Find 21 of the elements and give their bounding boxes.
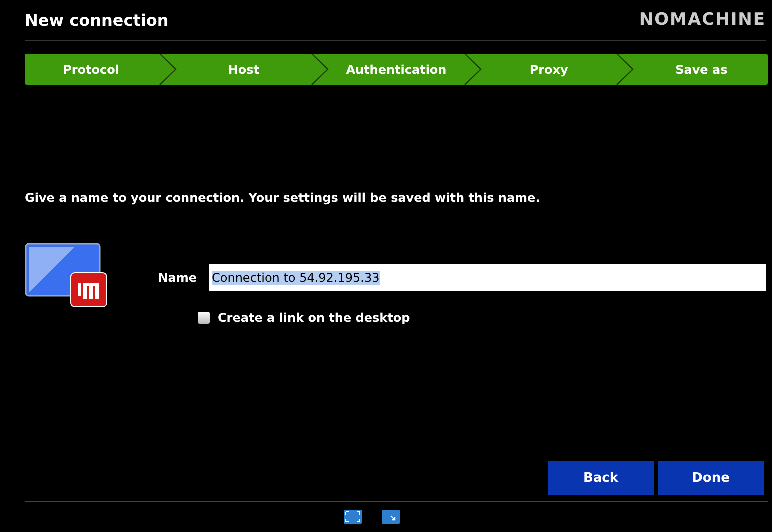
- connection-icon: [25, 243, 109, 309]
- chevron-icon: [310, 54, 330, 85]
- name-input-field[interactable]: Connection to 54.92.195.33: [209, 264, 766, 291]
- wizard-step: Protocol: [25, 54, 158, 85]
- wizard-step: Host: [178, 54, 310, 85]
- wizard-step: Authentication: [330, 54, 463, 85]
- desktop-link-label: Create a link on the desktop: [218, 311, 410, 325]
- back-button[interactable]: Back: [548, 461, 654, 495]
- desktop-link-checkbox[interactable]: [198, 312, 210, 324]
- resize-icon[interactable]: [382, 510, 400, 524]
- chevron-icon: [615, 54, 636, 85]
- chevron-icon: [158, 54, 178, 85]
- done-button[interactable]: Done: [658, 461, 764, 495]
- wizard-step: Proxy: [482, 54, 616, 85]
- wizard-step: Save as: [635, 54, 768, 85]
- brand-logo: NOMACHINE: [639, 10, 766, 30]
- chevron-icon: [462, 54, 483, 85]
- instruction-text: Give a name to your connection. Your settings will be saved with this name.: [25, 191, 542, 205]
- window-title: New connection: [25, 10, 169, 30]
- fullscreen-icon[interactable]: [344, 510, 362, 524]
- name-label: Name: [157, 270, 197, 284]
